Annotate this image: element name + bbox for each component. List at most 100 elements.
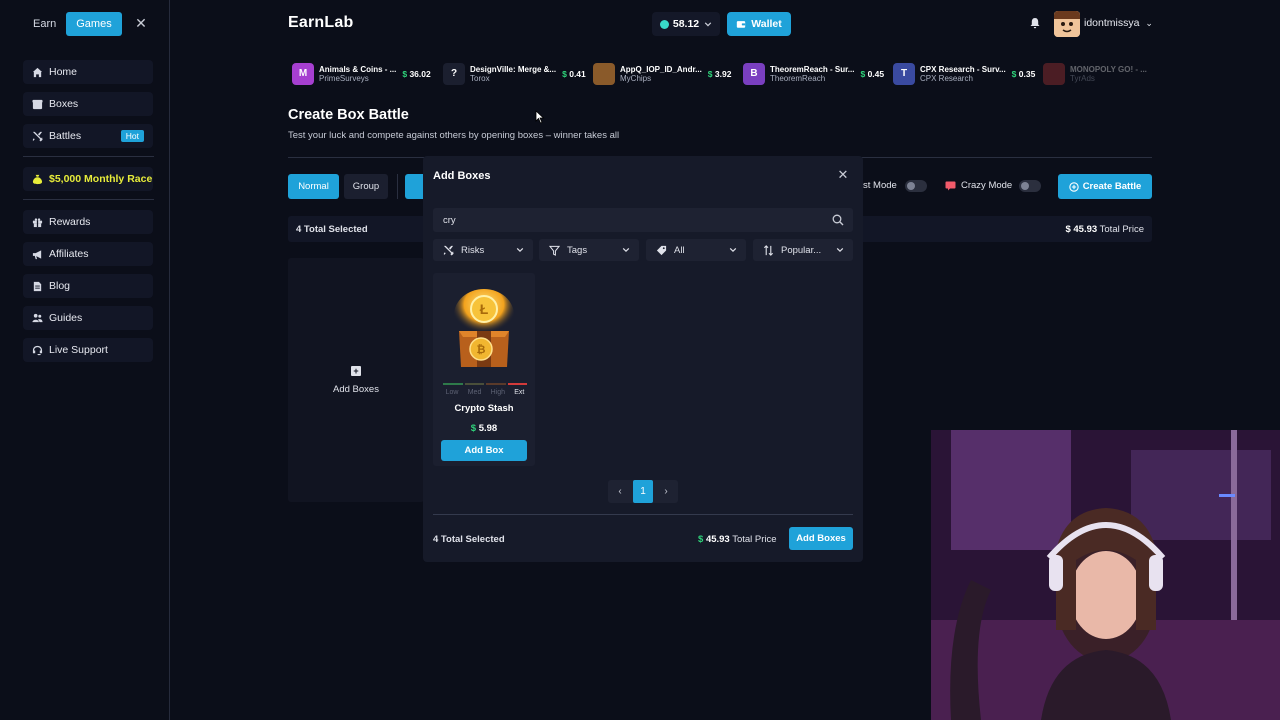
chevron-down-icon bbox=[729, 247, 737, 253]
crazy-mode-toggle[interactable] bbox=[1019, 180, 1041, 192]
sidebar-item-label: Home bbox=[49, 66, 78, 78]
avatar[interactable] bbox=[1054, 11, 1080, 37]
earn-games-switch: Earn Games bbox=[23, 12, 122, 36]
divider bbox=[433, 514, 853, 515]
offer-price-value: 36.02 bbox=[409, 69, 431, 79]
sidebar-item-label: Battles bbox=[49, 130, 82, 142]
offer-app-icon bbox=[593, 63, 615, 85]
currency-symbol: $ bbox=[698, 534, 704, 545]
chevron-down-icon bbox=[622, 247, 630, 253]
offer-app-icon: B bbox=[743, 63, 765, 85]
create-battle-label: Create Battle bbox=[1082, 181, 1142, 192]
document-icon bbox=[33, 281, 42, 291]
sidebar-item-blog[interactable]: Blog bbox=[23, 274, 153, 298]
page-title: Create Box Battle bbox=[288, 107, 409, 123]
plus-square-icon: + bbox=[351, 366, 361, 376]
guide-icon bbox=[32, 313, 43, 322]
box-search-field[interactable] bbox=[433, 208, 853, 232]
funnel-icon bbox=[549, 245, 560, 256]
wallet-button[interactable]: Wallet bbox=[727, 12, 791, 36]
sort-dropdown[interactable]: Popular... bbox=[753, 239, 853, 261]
offer-source: TyrAds bbox=[1070, 74, 1095, 83]
hot-badge: Hot bbox=[120, 130, 144, 142]
tab-games[interactable]: Games bbox=[66, 12, 122, 36]
sidebar-close-icon[interactable]: ✕ bbox=[134, 14, 148, 32]
sidebar-item-affiliates[interactable]: Affiliates bbox=[23, 242, 153, 266]
plus-circle-icon bbox=[1068, 181, 1079, 192]
sidebar-item-battles[interactable]: Battles Hot bbox=[23, 124, 153, 148]
crazy-mode-label: Crazy Mode bbox=[961, 180, 1013, 191]
mouse-cursor-icon bbox=[535, 110, 545, 124]
total-price: $ 45.93 Total Price bbox=[1065, 224, 1144, 235]
risks-filter-dropdown[interactable]: Risks bbox=[433, 239, 533, 261]
mode-normal-button[interactable]: Normal bbox=[288, 174, 339, 199]
sidebar-item-live-support[interactable]: Live Support bbox=[23, 338, 153, 362]
balance-dropdown[interactable]: 58.12 bbox=[652, 12, 720, 36]
swords-icon bbox=[32, 131, 43, 142]
page-1-button[interactable]: 1 bbox=[633, 480, 653, 503]
sidebar-item-label: Boxes bbox=[49, 98, 79, 110]
offer-app-icon bbox=[1043, 63, 1065, 85]
sidebar-item-monthly-race[interactable]: $5,000 Monthly Race bbox=[23, 167, 153, 191]
offer-price: $ 0.41 bbox=[562, 69, 586, 79]
offer-card[interactable]: B TheoremReach - Sur... TheoremReach $ 0.45 bbox=[743, 60, 884, 88]
offer-source: Torox bbox=[470, 74, 490, 83]
box-name: Crypto Stash bbox=[454, 403, 514, 414]
tag-icon bbox=[656, 245, 667, 255]
chevron-left-icon[interactable]: ‹ bbox=[610, 480, 630, 503]
offer-card[interactable]: AppQ_IOP_ID_Andr... MyChips $ 3.92 bbox=[593, 60, 731, 88]
add-boxes-slot[interactable]: + Add Boxes bbox=[288, 258, 424, 502]
wallet-icon bbox=[737, 21, 746, 28]
currency-symbol: $ bbox=[470, 423, 477, 434]
offer-title: AppQ_IOP_ID_Andr... bbox=[620, 65, 702, 74]
fast-mode-label: st Mode bbox=[863, 180, 897, 191]
notification-bell-icon[interactable] bbox=[1026, 12, 1044, 34]
add-boxes-button[interactable]: Add Boxes bbox=[789, 527, 853, 550]
search-icon[interactable] bbox=[832, 214, 844, 226]
svg-text:₿: ₿ bbox=[477, 344, 486, 356]
earnlab-logo[interactable]: EarnLab bbox=[288, 14, 353, 32]
offer-title: DesignVille: Merge &... bbox=[470, 65, 557, 74]
filter-label: All bbox=[674, 244, 685, 256]
offer-card[interactable]: MONOPOLY GO! - ... TyrAds bbox=[1043, 60, 1147, 88]
sidebar-item-rewards[interactable]: Rewards bbox=[23, 210, 153, 234]
sidebar-item-boxes[interactable]: Boxes bbox=[23, 92, 153, 116]
username-dropdown[interactable]: idontmissya ⌄ bbox=[1084, 17, 1153, 29]
box-search-input[interactable] bbox=[433, 208, 823, 232]
pagination: ‹ 1 › bbox=[608, 480, 678, 503]
sidebar-item-label: Affiliates bbox=[49, 248, 89, 260]
offer-text: MONOPOLY GO! - ... TyrAds bbox=[1070, 65, 1147, 83]
offer-title: CPX Research - Surv... bbox=[920, 65, 1006, 74]
offer-price: $ 0.35 bbox=[1011, 69, 1036, 79]
offer-app-icon: M bbox=[292, 63, 314, 85]
megaphone-icon bbox=[32, 249, 42, 259]
offer-card[interactable]: ? DesignVille: Merge &... Torox $ 0.41 bbox=[443, 60, 586, 88]
sidebar-divider bbox=[23, 199, 154, 200]
svg-text:Ł: Ł bbox=[480, 301, 489, 317]
mode-group-button[interactable]: Group bbox=[344, 174, 388, 199]
sidebar-item-guides[interactable]: Guides bbox=[23, 306, 153, 330]
filter-label: Tags bbox=[567, 244, 588, 256]
chevron-down-icon: ⌄ bbox=[1145, 18, 1153, 28]
category-filter-dropdown[interactable]: All bbox=[646, 239, 746, 261]
modal-total-price: $ 45.93 Total Price bbox=[698, 534, 777, 545]
chevron-down-icon bbox=[704, 22, 712, 27]
mode-battle-button[interactable] bbox=[405, 174, 425, 199]
sidebar-divider bbox=[23, 156, 154, 157]
gift-icon bbox=[32, 217, 43, 227]
chevron-right-icon[interactable]: › bbox=[656, 480, 676, 503]
fast-mode-toggle[interactable] bbox=[905, 180, 927, 192]
tags-filter-dropdown[interactable]: Tags bbox=[539, 239, 639, 261]
modal-total-selected: 4 Total Selected bbox=[433, 534, 505, 545]
create-battle-button[interactable]: Create Battle bbox=[1058, 174, 1152, 199]
offer-card[interactable]: M Animals & Coins - ... PrimeSurveys $ 36.0… bbox=[292, 60, 431, 88]
swords-icon bbox=[443, 245, 454, 256]
offer-price-value: 0.35 bbox=[1018, 69, 1036, 79]
modal-close-icon[interactable]: ✕ bbox=[836, 168, 850, 182]
tab-earn[interactable]: Earn bbox=[23, 12, 66, 36]
offer-card[interactable]: T CPX Research - Surv... CPX Research $ 0.3… bbox=[893, 60, 1035, 88]
sidebar-item-home[interactable]: Home bbox=[23, 60, 153, 84]
offer-price-value: 0.45 bbox=[867, 69, 885, 79]
add-box-button[interactable]: Add Box bbox=[441, 440, 527, 461]
total-selected: 4 Total Selected bbox=[296, 224, 368, 235]
